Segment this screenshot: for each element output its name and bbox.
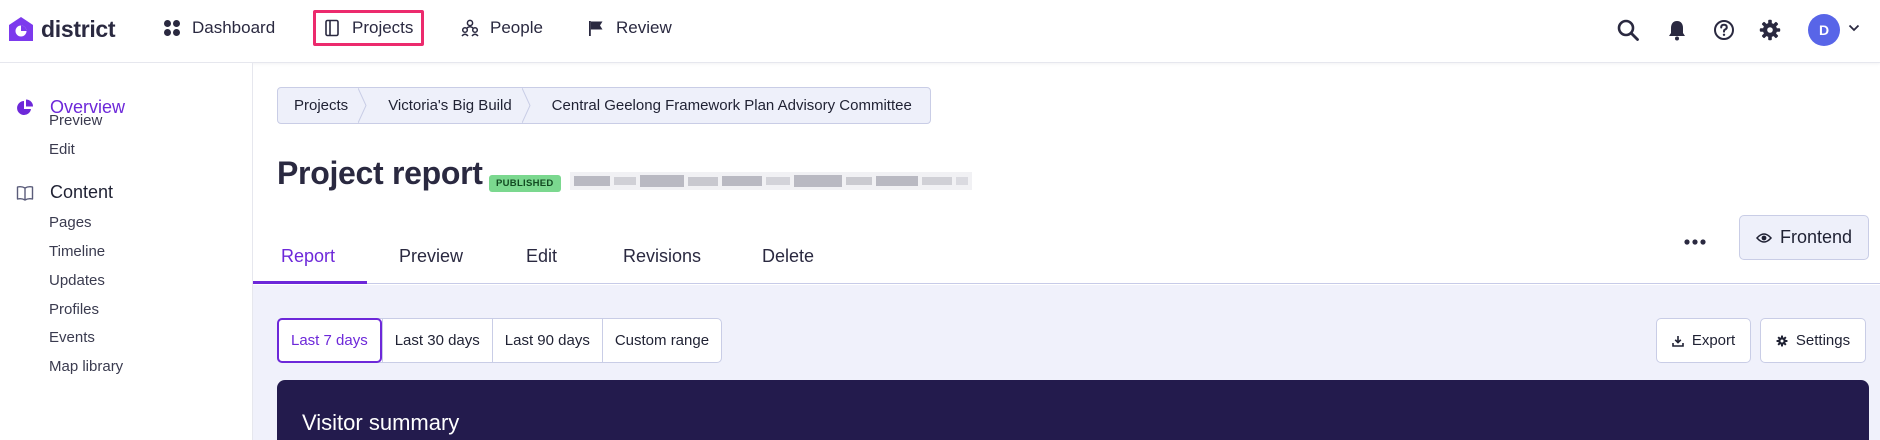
breadcrumb-label: Victoria's Big Build [388,97,512,114]
export-button-label: Export [1691,332,1736,349]
page-tabs: Report Preview Edit Revisions Delete [253,228,1880,284]
nav-people-label: People [490,18,543,37]
range-last-7-days[interactable]: Last 7 days [277,318,382,363]
top-bar: district Dashboard Projects People Revie… [0,0,1880,63]
app-logo[interactable]: district [8,14,116,44]
sidebar-item-edit[interactable]: Edit [49,141,75,158]
breadcrumb: Projects Victoria's Big Build Central Ge… [277,87,931,124]
frontend-button[interactable]: Frontend [1739,215,1869,260]
breadcrumb-item[interactable]: Victoria's Big Build [366,88,531,123]
sidebar-item-preview[interactable]: Preview [49,112,102,129]
nav-review[interactable]: Review [587,10,672,46]
search-icon[interactable] [1616,18,1640,42]
nav-people[interactable]: People [461,10,543,46]
frontend-button-label: Frontend [1779,227,1853,247]
gear-icon[interactable] [1758,18,1782,42]
dashboard-icon [164,20,180,36]
people-icon [461,19,479,37]
pie-chart-icon [17,99,33,115]
breadcrumb-item[interactable]: Projects [278,88,367,123]
breadcrumb-separator [521,88,531,123]
sidebar-item-timeline[interactable]: Timeline [49,243,105,260]
user-avatar[interactable]: D [1808,14,1840,46]
tab-report[interactable]: Report [281,228,335,284]
sidebar: Overview Preview Edit Content Pages Time… [0,63,253,440]
status-badge: PUBLISHED [489,175,561,192]
district-logo-icon [9,17,33,41]
sidebar-item-content[interactable]: Content [16,182,113,203]
project-book-icon [325,19,339,37]
sidebar-item-profiles[interactable]: Profiles [49,301,99,318]
tab-edit[interactable]: Edit [526,228,557,284]
tab-delete[interactable]: Delete [762,228,814,284]
help-icon[interactable] [1712,18,1736,42]
bell-icon[interactable] [1665,18,1689,42]
nav-projects-label: Projects [352,18,414,37]
settings-button-label: Settings [1795,332,1851,349]
sidebar-item-content-label: Content [50,182,114,202]
breadcrumb-separator [358,88,367,123]
date-range-selector: Last 7 days Last 30 days Last 90 days Cu… [277,318,723,363]
settings-button[interactable]: Settings [1760,318,1866,363]
sidebar-item-events[interactable]: Events [49,329,95,346]
open-book-icon [16,185,34,201]
nav-dashboard-label: Dashboard [192,18,276,37]
tab-preview[interactable]: Preview [399,228,463,284]
download-icon [1672,335,1684,347]
redacted-text-placeholder [570,172,972,190]
sidebar-item-updates[interactable]: Updates [49,272,105,289]
range-last-30-days[interactable]: Last 30 days [381,319,492,362]
chevron-down-icon[interactable] [1848,23,1860,33]
tab-revisions[interactable]: Revisions [623,228,701,284]
export-button[interactable]: Export [1656,318,1751,363]
page-title: Project report [277,155,483,191]
more-options-icon[interactable] [1682,236,1708,248]
sidebar-item-pages[interactable]: Pages [49,214,92,231]
nav-review-label: Review [616,18,672,37]
breadcrumb-label: Projects [294,97,349,114]
active-tab-indicator [253,281,367,284]
range-last-90-days[interactable]: Last 90 days [491,319,602,362]
sidebar-item-map-library[interactable]: Map library [49,358,123,375]
nav-projects[interactable]: Projects [313,10,425,46]
app-name: district [41,15,116,42]
nav-dashboard[interactable]: Dashboard [163,10,275,46]
visitor-summary-title: Visitor summary [302,410,460,435]
breadcrumb-item-current[interactable]: Central Geelong Framework Plan Advisory … [530,88,930,123]
gear-icon [1776,335,1788,346]
breadcrumb-label: Central Geelong Framework Plan Advisory … [551,97,912,114]
eye-icon [1755,232,1772,243]
range-custom[interactable]: Custom range [601,319,721,362]
visitor-summary-card: Visitor summary [277,380,1869,440]
flag-icon [589,21,603,36]
